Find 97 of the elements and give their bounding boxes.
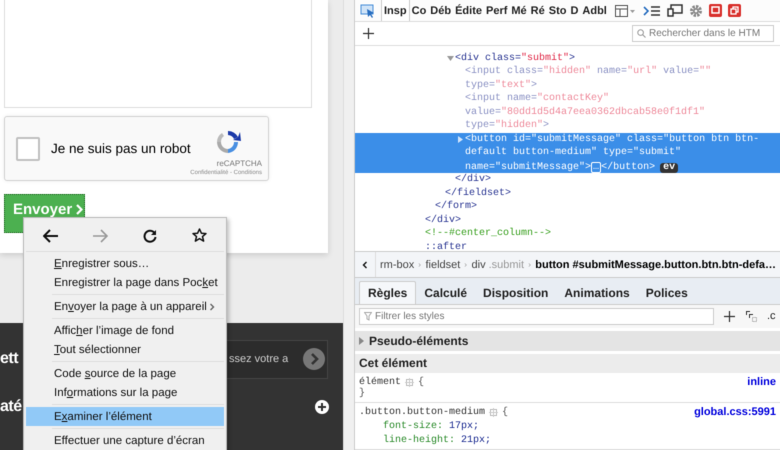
footer-heading: até	[0, 398, 22, 416]
markup-line: type="hidden">	[465, 119, 550, 133]
menu-item[interactable]: Examiner l’élément	[26, 407, 224, 426]
html-search-field[interactable]: Rechercher dans le HTM	[632, 25, 774, 42]
tool-tab[interactable]: Déb	[428, 0, 454, 22]
markup-line: ::after	[425, 240, 468, 252]
breadcrumb[interactable]: button #submitMessage.button.btn.btn-defa…	[531, 258, 780, 271]
breadcrumb-tag: fieldset	[425, 258, 460, 271]
footer-heading: ett	[0, 350, 18, 368]
breadcrumb[interactable]: rm-box	[376, 258, 418, 271]
tool-tab[interactable]: Édite	[453, 0, 484, 22]
markup-line: name="submitMessage"> … </button> ev	[465, 160, 678, 174]
panel-tab[interactable]: Animations	[556, 282, 638, 304]
responsive-design-icon[interactable]	[666, 4, 683, 18]
markup-line: </div>	[425, 214, 462, 228]
breadcrumb-tag: rm-box	[380, 258, 414, 271]
back-arrow-icon	[42, 228, 59, 242]
reload-icon	[142, 228, 157, 242]
markup-line: <!--#center_column-->	[425, 227, 552, 241]
close-icon[interactable]	[708, 4, 722, 18]
submenu-chevron-icon	[208, 302, 216, 310]
tool-tab[interactable]: Insp	[381, 0, 410, 22]
rule-selector: .button.button-medium	[359, 406, 486, 418]
close-brace: }	[359, 388, 366, 400]
markup-line: <input class="hidden" name="url" value=""	[465, 65, 712, 79]
panel-tab[interactable]: Règles	[359, 280, 416, 304]
forward-arrow-icon	[92, 228, 108, 242]
source-link[interactable]: inline	[747, 376, 776, 388]
open-brace: {	[502, 406, 508, 418]
tool-tab[interactable]: Adbl	[580, 0, 609, 22]
markup-line: default button-medium" type="submit"	[465, 146, 682, 160]
highlight-toggle-icon[interactable]	[489, 408, 498, 417]
search-icon	[637, 29, 646, 38]
left-chevron-icon	[361, 260, 369, 269]
breadcrumb-tag: div	[472, 258, 486, 271]
highlight-toggle-icon[interactable]	[405, 378, 414, 387]
window-restore-icon[interactable]	[728, 4, 741, 18]
captcha-checkbox[interactable]	[16, 136, 40, 160]
tool-tab[interactable]: Perf	[484, 0, 510, 22]
captcha-brand: reCAPTCHA	[216, 158, 262, 168]
rule-selector: élément	[359, 376, 402, 388]
markup-line: <input name="contactKey"	[465, 92, 610, 106]
menu-item[interactable]: Envoyer la page à un appareil	[26, 297, 224, 316]
event-badge[interactable]: ev	[660, 162, 678, 173]
markup-line: </div>	[455, 173, 492, 187]
expanded-triangle-icon[interactable]	[446, 55, 454, 62]
menu-item[interactable]: Effectuer une capture d’écran	[26, 431, 224, 450]
breadcrumb-classes: #submitMessage.button.btn.btn-defa…	[572, 258, 776, 271]
add-node-icon[interactable]	[363, 28, 374, 40]
layout-dropdown-icon[interactable]	[614, 4, 637, 17]
breadcrumb[interactable]: div .submit	[468, 258, 528, 271]
panel-tab[interactable]: Disposition	[475, 282, 556, 304]
settings-icon[interactable]	[688, 4, 703, 18]
plus-circle-icon[interactable]	[315, 400, 329, 414]
markup-line: type="text">	[465, 78, 538, 92]
breadcrumb-classes: .submit	[488, 258, 524, 271]
tool-tab[interactable]: Sto	[546, 0, 568, 22]
console-split-icon[interactable]	[642, 4, 661, 17]
menu-item[interactable]: Code source de la page	[26, 364, 224, 383]
tool-tab[interactable]: Mé	[509, 0, 529, 22]
add-rule-icon[interactable]	[724, 310, 735, 322]
menu-item[interactable]: Tout sélectionner	[26, 340, 224, 359]
panel-tab[interactable]: Polices	[638, 282, 696, 304]
section-title: Cet élément	[359, 356, 428, 370]
menu-item[interactable]: Informations sur la page	[26, 383, 224, 402]
arrow-circle-button-icon[interactable]	[303, 348, 325, 370]
collapsed-triangle-icon[interactable]	[456, 136, 464, 144]
scrollbar[interactable]	[343, 0, 355, 450]
chevron-icon	[76, 204, 84, 215]
markup-line: <div class="submit">	[455, 52, 576, 66]
menu-item[interactable]: Afficher l’image de fond	[26, 321, 224, 340]
filter-styles-field[interactable]: Filtrer les styles	[359, 308, 714, 325]
menu-item[interactable]: Enregistrer sous…	[26, 254, 224, 273]
menu-item[interactable]: Enregistrer la page dans Pocket	[26, 273, 224, 292]
tool-tab[interactable]: D	[568, 0, 580, 22]
markup-line: <button id="submitMessage" class="button btn btn-	[465, 132, 760, 146]
captcha-label: Je ne suis pas un robot	[51, 141, 191, 156]
panel-tab[interactable]: Calculé	[416, 282, 476, 304]
newsletter-field[interactable]: ssez votre a	[227, 340, 328, 378]
markup-line: </form>	[435, 200, 478, 214]
declaration: font-size: 17px;	[382, 421, 480, 432]
declaration: line-height: 21px;	[382, 435, 492, 446]
tool-tab[interactable]: Co	[410, 0, 428, 22]
filter-icon	[364, 312, 372, 321]
class-toggle[interactable]: .c	[767, 310, 776, 322]
open-brace: {	[418, 376, 424, 388]
source-link[interactable]: global.css:5991	[694, 406, 776, 418]
markup-line: value="80dd1d5d4a7eea0362dbcab58e0f1df1"	[465, 106, 706, 120]
section-title: Pseudo-éléments	[369, 334, 468, 348]
breadcrumb-tag: button	[535, 258, 570, 271]
breadcrumb[interactable]: fieldset	[421, 258, 464, 271]
star-icon	[192, 228, 207, 243]
pseudo-class-toggle-icon[interactable]	[745, 310, 757, 322]
tool-tab[interactable]: Ré	[528, 0, 547, 22]
element-picker-icon[interactable]	[360, 4, 376, 18]
markup-line: </fieldset>	[445, 186, 512, 200]
section-header[interactable]: Pseudo-éléments	[355, 331, 780, 351]
